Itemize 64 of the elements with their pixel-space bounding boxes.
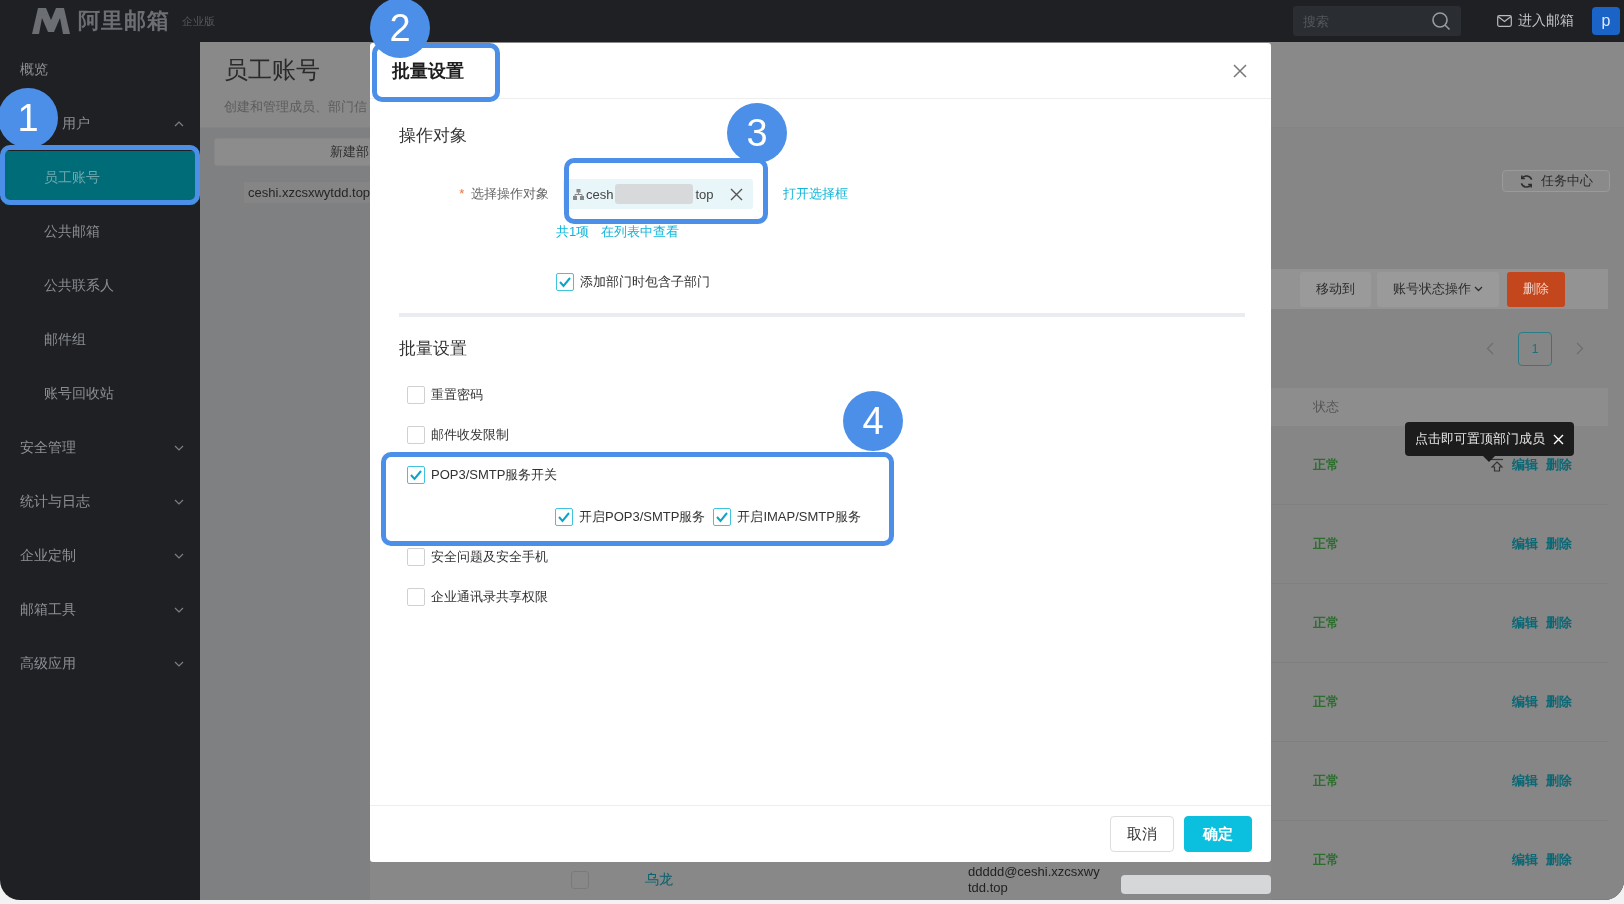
- nav-group[interactable]: 企业定制: [20, 547, 76, 565]
- checkbox-label: 开启IMAP/SMTP服务: [737, 508, 861, 526]
- chip-text: top: [695, 186, 714, 202]
- checkbox-label: 开启POP3/SMTP服务: [579, 508, 706, 526]
- delete-button[interactable]: 删除: [1507, 271, 1565, 307]
- refresh-icon: [1519, 173, 1534, 189]
- logo-icon: [32, 8, 70, 34]
- nav-group[interactable]: 用户: [62, 115, 90, 133]
- checkbox[interactable]: [555, 508, 573, 526]
- status-cell: 正常: [1313, 851, 1339, 869]
- checkbox-label: 邮件收发限制: [431, 426, 509, 444]
- page-title: 员工账号: [224, 55, 320, 85]
- dropdown-button[interactable]: 账号状态操作: [1377, 271, 1499, 307]
- nav-group[interactable]: 统计与日志: [20, 493, 90, 511]
- status-cell: 正常: [1313, 693, 1339, 711]
- nav-group[interactable]: 邮箱工具: [20, 601, 76, 619]
- checkbox[interactable]: [713, 508, 732, 526]
- view-in-list-link[interactable]: 在列表中查看: [601, 223, 680, 241]
- selected-target-chip[interactable]: cesh top: [563, 179, 753, 209]
- checkbox-label: 安全问题及安全手机: [431, 548, 548, 566]
- org-chart-icon: [573, 188, 584, 200]
- checkbox-label: POP3/SMTP服务开关: [431, 466, 558, 484]
- search-icon[interactable]: [1431, 11, 1451, 31]
- status-cell: 正常: [1313, 456, 1339, 474]
- checkbox[interactable]: [556, 273, 574, 291]
- section-heading: 批量设置: [399, 337, 467, 360]
- nav-group[interactable]: 安全管理: [20, 439, 76, 457]
- cancel-button[interactable]: 取消: [1110, 816, 1174, 852]
- checkbox-label: 添加部门时包含子部门: [580, 273, 710, 291]
- checkbox[interactable]: [407, 426, 425, 444]
- nav-group[interactable]: 高级应用: [20, 655, 76, 673]
- table-cell-text: ddddd@ceshi.xzcsxwytdd.top: [968, 864, 1101, 896]
- checkbox-label: 重置密码: [431, 386, 483, 404]
- nav-subitem[interactable]: 邮件组: [0, 313, 200, 367]
- tooltip-text: 点击即可置顶部门成员: [1415, 430, 1545, 448]
- nav-subitem[interactable]: 公共联系人: [0, 259, 200, 313]
- nav-subitem[interactable]: 账号回收站: [0, 367, 200, 421]
- caret-icon: [1474, 286, 1483, 293]
- avatar[interactable]: p: [1592, 7, 1620, 35]
- checkbox[interactable]: [407, 466, 425, 484]
- required-mark: *: [459, 186, 465, 201]
- chip-text: cesh: [586, 186, 614, 202]
- status-cell: 正常: [1313, 614, 1339, 632]
- count-label: 共1项: [556, 223, 590, 241]
- toolbar-button[interactable]: 移动到: [1300, 271, 1371, 307]
- scrollbar[interactable]: [1121, 875, 1271, 894]
- task-center-button[interactable]: 任务中心: [1502, 170, 1610, 193]
- status-cell: 正常: [1313, 772, 1339, 790]
- remove-icon[interactable]: [730, 187, 743, 201]
- mailbox-link[interactable]: 进入邮箱: [1497, 12, 1574, 30]
- nav-subitem[interactable]: 公共邮箱: [0, 205, 200, 259]
- section-heading: 操作对象: [399, 124, 467, 147]
- checkbox-label: 企业通讯录共享权限: [431, 588, 548, 606]
- logo-text: 阿里邮箱: [78, 7, 170, 35]
- dialog-title: 批量设置: [392, 59, 464, 83]
- confirm-button[interactable]: 确定: [1184, 816, 1252, 852]
- checkbox[interactable]: [407, 386, 425, 404]
- status-cell: 正常: [1313, 535, 1339, 553]
- checkbox[interactable]: [407, 588, 425, 606]
- mail-icon: [1497, 15, 1512, 27]
- open-picker-link[interactable]: 打开选择框: [783, 185, 848, 203]
- field-label: 选择操作对象: [471, 186, 549, 201]
- pin-to-top-icon[interactable]: [1490, 458, 1504, 472]
- checkbox[interactable]: [407, 548, 425, 566]
